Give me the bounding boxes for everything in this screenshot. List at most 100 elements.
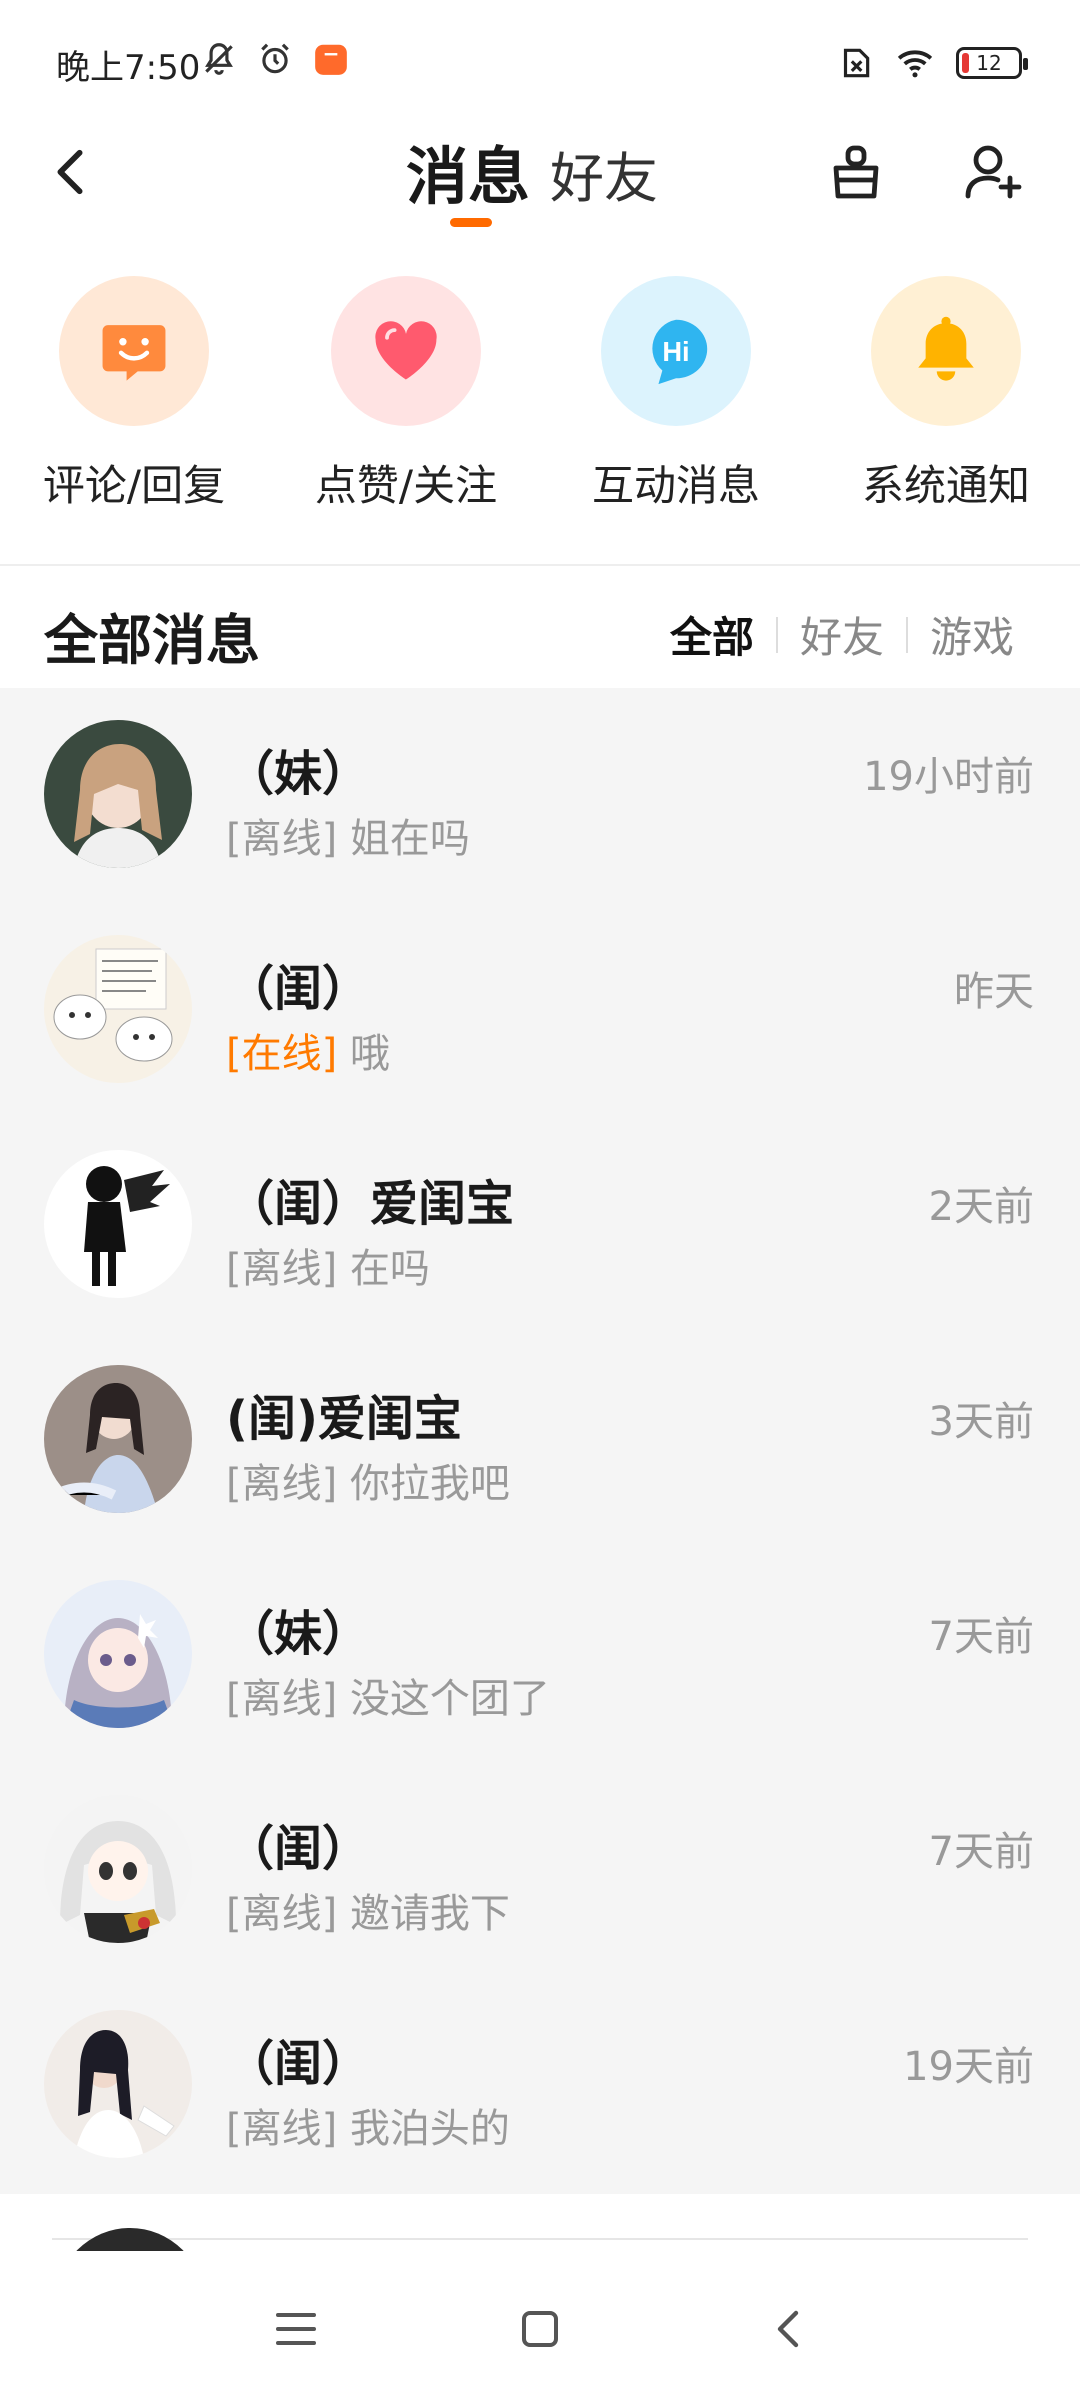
status-bar: 晚上7:50 12 (0, 0, 1080, 120)
online-status: [离线] (226, 2106, 338, 2152)
add-friend-button[interactable] (954, 132, 1034, 212)
status-icons-right: 12 (836, 44, 1028, 82)
battery-level: 12 (976, 51, 1002, 75)
online-status: [离线] (226, 1676, 338, 1722)
avatar-image (44, 1365, 192, 1513)
avatar-image (44, 720, 192, 868)
system-navbar (0, 2264, 1080, 2400)
message-text: 姐在吗 (349, 816, 470, 862)
message-preview: [离线] 你拉我吧 (226, 1451, 510, 1509)
active-tab-indicator (450, 218, 492, 227)
mute-bell-icon (205, 43, 233, 75)
section-header: 全部消息 全部 好友 游戏 (0, 566, 1080, 688)
message-time: 19天前 (903, 2044, 1034, 2090)
back-button[interactable] (40, 132, 100, 212)
tab-messages[interactable]: 消息 (406, 126, 530, 216)
list-item[interactable]: （闺） [离线] 邀请我下 7天前 (0, 1763, 1080, 1978)
message-preview: [离线] 没这个团了 (226, 1666, 550, 1724)
online-status: [在线] (226, 1031, 338, 1077)
filter-friends[interactable]: 好友 (778, 604, 906, 665)
message-text: 邀请我下 (349, 1891, 510, 1937)
sim-off-icon (843, 48, 870, 78)
message-time: 7天前 (928, 1829, 1034, 1875)
message-time: 昨天 (954, 969, 1034, 1015)
online-status: [离线] (226, 816, 338, 862)
list-item[interactable]: （妹） [离线] 没这个团了 7天前 (0, 1548, 1080, 1763)
filter-tabs: 全部 好友 游戏 (648, 604, 1036, 665)
avatar-image (44, 2010, 192, 2158)
message-text: 没这个团了 (349, 1676, 550, 1722)
contact-name: (闺)爱闺宝 (226, 1391, 462, 1447)
list-item[interactable]: （闺） [在线] 哦 昨天 (0, 903, 1080, 1118)
avatar[interactable] (44, 2010, 192, 2158)
back-nav-button[interactable] (748, 2294, 828, 2364)
header: 消息 好友 (0, 120, 1080, 240)
avatar-image (44, 1580, 192, 1728)
avatar[interactable] (44, 720, 192, 868)
online-status: [离线] (226, 1891, 338, 1937)
list-item[interactable]: （闺） [离线] 我泊头的 19天前 (0, 1978, 1080, 2193)
avatar-image (44, 935, 192, 1083)
alarm-icon (261, 43, 289, 74)
contact-name: （闺） (226, 1821, 371, 1877)
message-preview: [离线] 姐在吗 (226, 806, 470, 864)
quick-label: 互动消息 (591, 461, 760, 510)
filter-games[interactable]: 游戏 (908, 604, 1036, 665)
recent-apps-button[interactable] (256, 2294, 336, 2364)
avatar[interactable] (44, 1150, 192, 1298)
message-text: 在吗 (349, 1246, 430, 1292)
message-time: 3天前 (928, 1399, 1034, 1445)
quick-label: 系统通知 (861, 461, 1030, 510)
quick-label: 点赞/关注 (314, 461, 498, 510)
home-icon (522, 2311, 558, 2347)
online-status: [离线] (226, 1461, 338, 1507)
avatar-image (44, 1795, 192, 1943)
back-icon (57, 149, 83, 195)
menu-icon (276, 2313, 316, 2345)
clean-brush-icon (833, 145, 879, 199)
add-friend-icon (965, 145, 1022, 199)
list-item[interactable]: (闺)爱闺宝 [离线] 你拉我吧 3天前 (0, 1333, 1080, 1548)
message-preview: [离线] 邀请我下 (226, 1881, 510, 1939)
partial-list-item (0, 2194, 1080, 2264)
message-text: 哦 (349, 1031, 390, 1077)
bell-icon (918, 316, 974, 381)
message-preview: [离线] 在吗 (226, 1236, 430, 1294)
status-icons-left (200, 40, 350, 78)
avatar[interactable] (44, 935, 192, 1083)
clean-button[interactable] (816, 132, 896, 212)
battery-icon: 12 (956, 47, 1028, 79)
quick-icon-circle: Hi (601, 276, 751, 426)
avatar[interactable] (44, 1795, 192, 1943)
contact-name: （闺） (226, 961, 371, 1017)
avatar[interactable] (44, 1580, 192, 1728)
message-time: 7天前 (928, 1614, 1034, 1660)
quick-icon-circle (59, 276, 209, 426)
heart-icon (375, 321, 437, 380)
avatar[interactable] (44, 1365, 192, 1513)
contact-name: （妹） (226, 1606, 371, 1662)
list-item[interactable]: （闺）爱闺宝 [离线] 在吗 2天前 (0, 1118, 1080, 1333)
message-text: 我泊头的 (349, 2106, 510, 2152)
quick-entry-comments[interactable]: 评论/回复 (24, 276, 244, 513)
status-time: 晚上7:50 (56, 48, 201, 88)
home-button[interactable] (500, 2294, 580, 2364)
list-item[interactable]: （妹） [离线] 姐在吗 19小时前 (0, 688, 1080, 903)
back-nav-icon (777, 2310, 799, 2348)
hi-bubble-icon: Hi (652, 319, 708, 385)
quick-label: 评论/回复 (42, 461, 226, 510)
tab-friends[interactable]: 好友 (550, 134, 658, 213)
section-title: 全部消息 (44, 609, 260, 672)
app-notification-icon (315, 44, 347, 75)
quick-entry-interactions[interactable]: Hi 互动消息 (566, 276, 786, 513)
quick-entries: 评论/回复 点赞/关注 Hi 互动消息 系统通知 (0, 276, 1080, 516)
message-time: 19小时前 (863, 754, 1034, 800)
comment-smile-icon (102, 325, 166, 381)
filter-all[interactable]: 全部 (648, 604, 776, 665)
divider (52, 2238, 1028, 2240)
contact-name: （闺）爱闺宝 (226, 1176, 515, 1232)
svg-text:Hi: Hi (662, 336, 689, 367)
quick-entry-likes[interactable]: 点赞/关注 (296, 276, 516, 513)
message-list: （妹） [离线] 姐在吗 19小时前 （闺） [在线] 哦 昨天 （闺）爱闺宝 … (0, 688, 1080, 2194)
quick-entry-system[interactable]: 系统通知 (836, 276, 1056, 513)
